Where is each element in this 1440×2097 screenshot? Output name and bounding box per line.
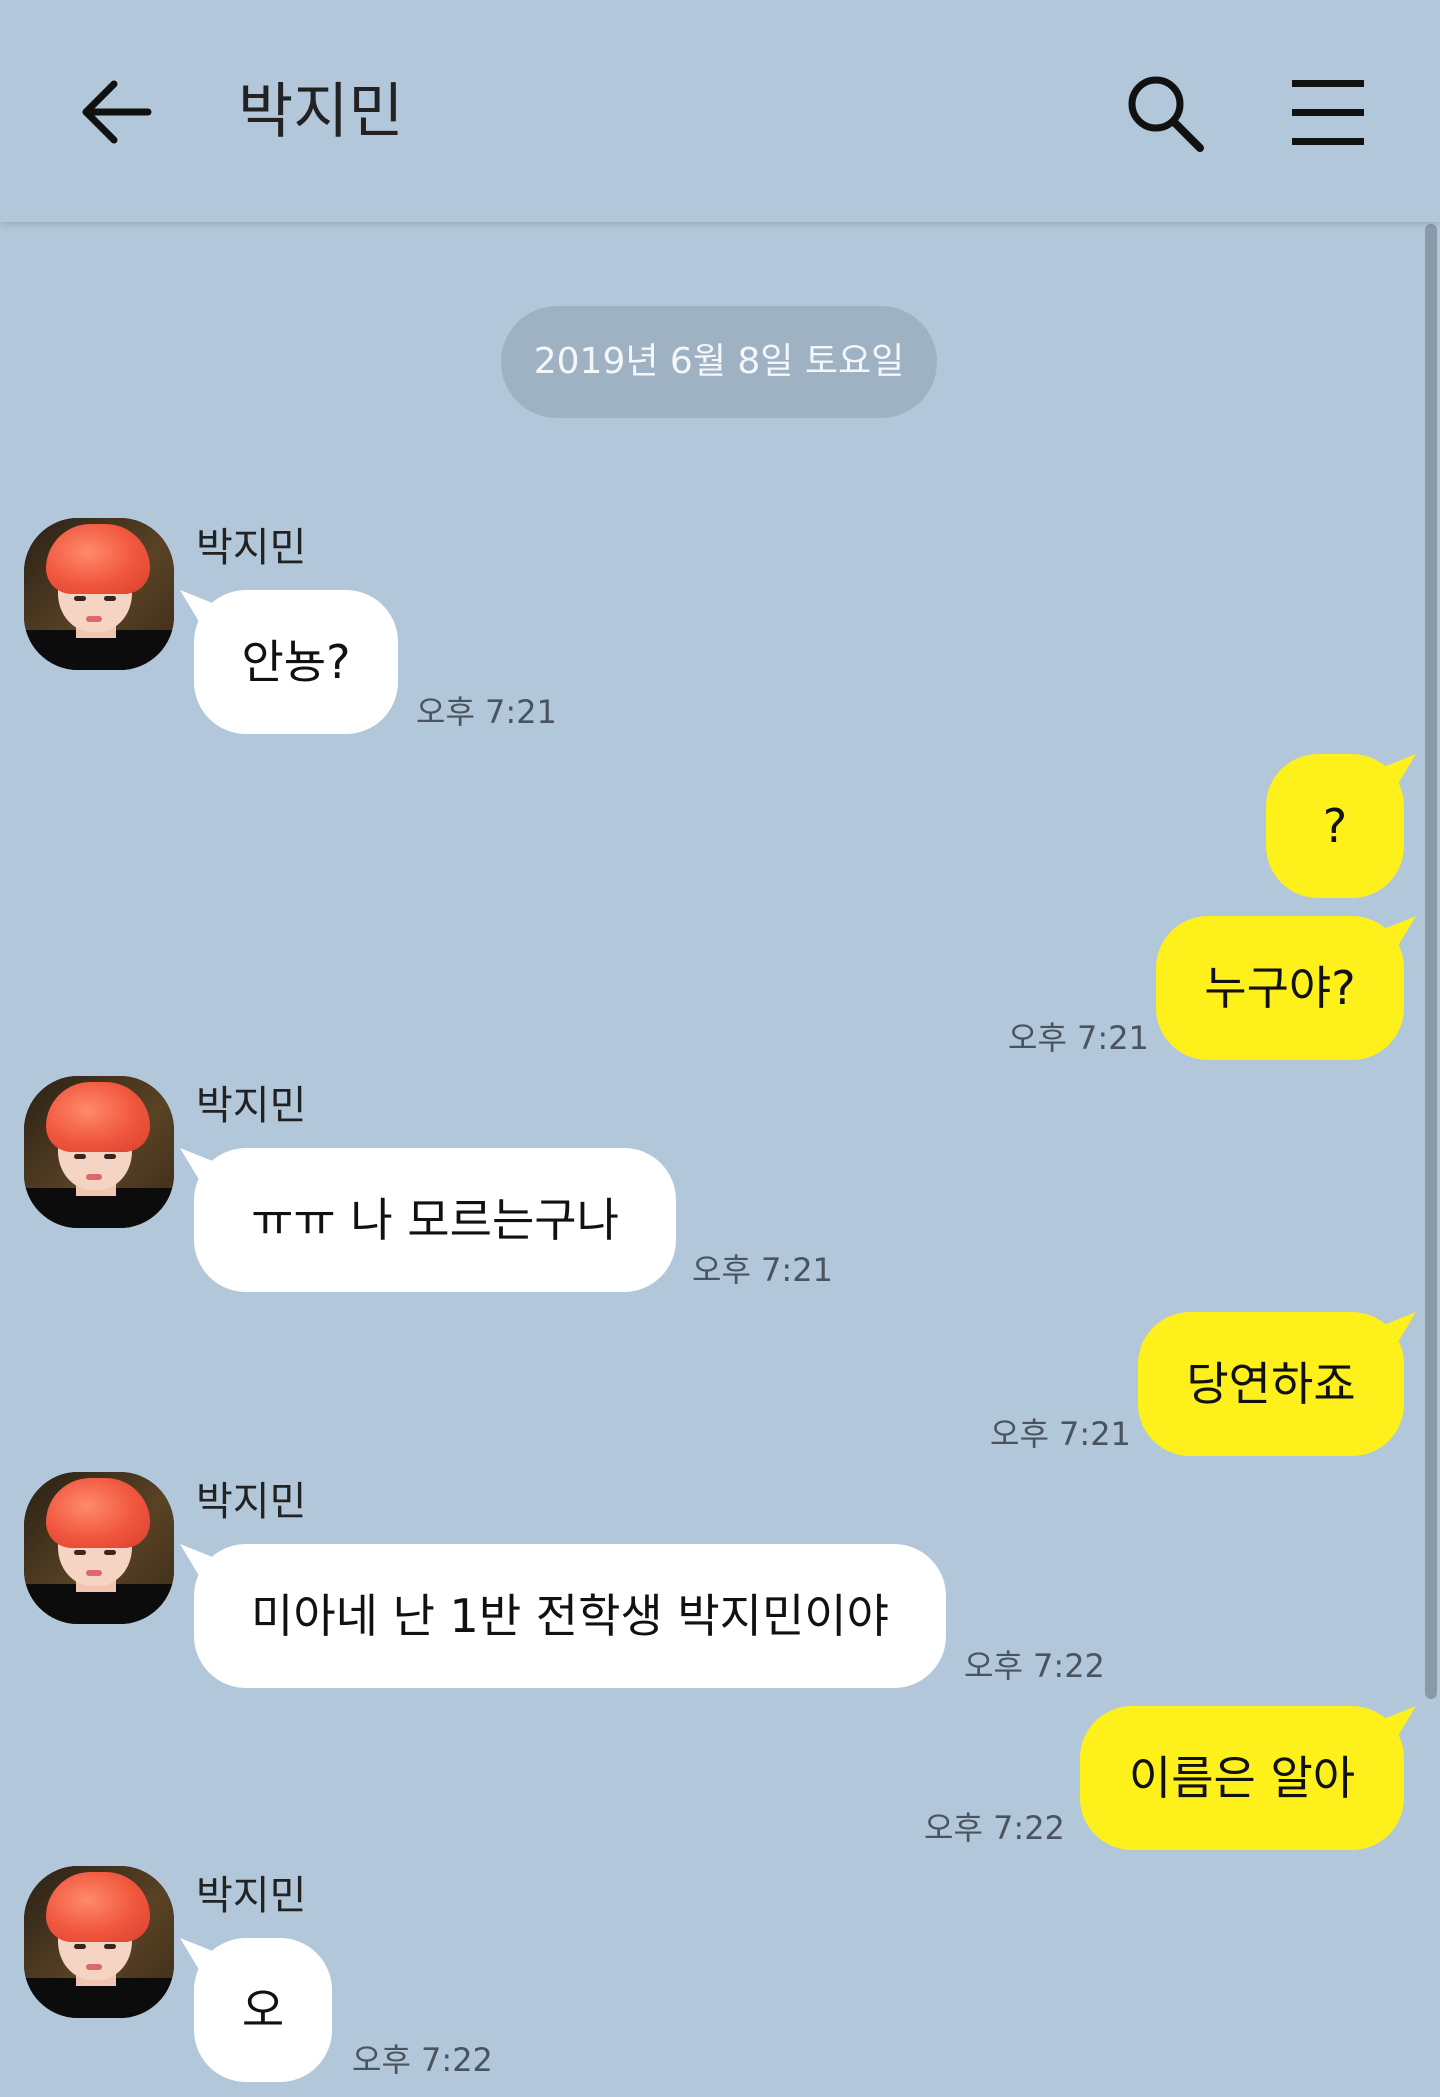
chat-header: 박지민: [0, 0, 1440, 222]
avatar[interactable]: [24, 1866, 174, 2018]
back-button[interactable]: [76, 72, 156, 152]
hamburger-menu-icon: [1292, 80, 1364, 145]
message-time: 오후 7:21: [990, 1415, 1131, 1453]
message-bubble[interactable]: 오: [194, 1938, 332, 2082]
message-time: 오후 7:22: [964, 1647, 1105, 1685]
message-time: 오후 7:22: [352, 2041, 493, 2079]
message-bubble[interactable]: 미아네 난 1반 전학생 박지민이야: [194, 1544, 946, 1688]
date-divider: 2019년 6월 8일 토요일: [501, 306, 937, 418]
message-bubble[interactable]: 안뇽?: [194, 590, 398, 734]
message-bubble[interactable]: ?: [1266, 754, 1404, 898]
message-bubble[interactable]: 당연하죠: [1138, 1312, 1404, 1456]
chat-screen: 박지민 2019년 6월 8일 토요일 박지민 안뇽? 오후 7:21 ? 누구…: [0, 0, 1440, 2097]
arrow-left-icon: [82, 80, 152, 144]
message-bubble[interactable]: 누구야?: [1156, 916, 1404, 1060]
sender-name: 박지민: [196, 525, 307, 571]
search-icon: [1128, 76, 1204, 152]
chat-title: 박지민: [238, 77, 404, 147]
message-time: 오후 7:21: [1008, 1019, 1149, 1057]
message-time: 오후 7:22: [924, 1809, 1065, 1847]
message-bubble[interactable]: ㅠㅠ 나 모르는구나: [194, 1148, 676, 1292]
avatar[interactable]: [24, 1076, 174, 1228]
sender-name: 박지민: [196, 1479, 307, 1525]
search-button[interactable]: [1124, 72, 1208, 156]
avatar[interactable]: [24, 518, 174, 670]
menu-button[interactable]: [1288, 72, 1370, 154]
scrollbar[interactable]: [1425, 224, 1437, 1699]
message-time: 오후 7:21: [416, 693, 557, 731]
message-bubble[interactable]: 이름은 알아: [1080, 1706, 1404, 1850]
avatar[interactable]: [24, 1472, 174, 1624]
message-time: 오후 7:21: [692, 1251, 833, 1289]
sender-name: 박지민: [196, 1083, 307, 1129]
sender-name: 박지민: [196, 1873, 307, 1919]
